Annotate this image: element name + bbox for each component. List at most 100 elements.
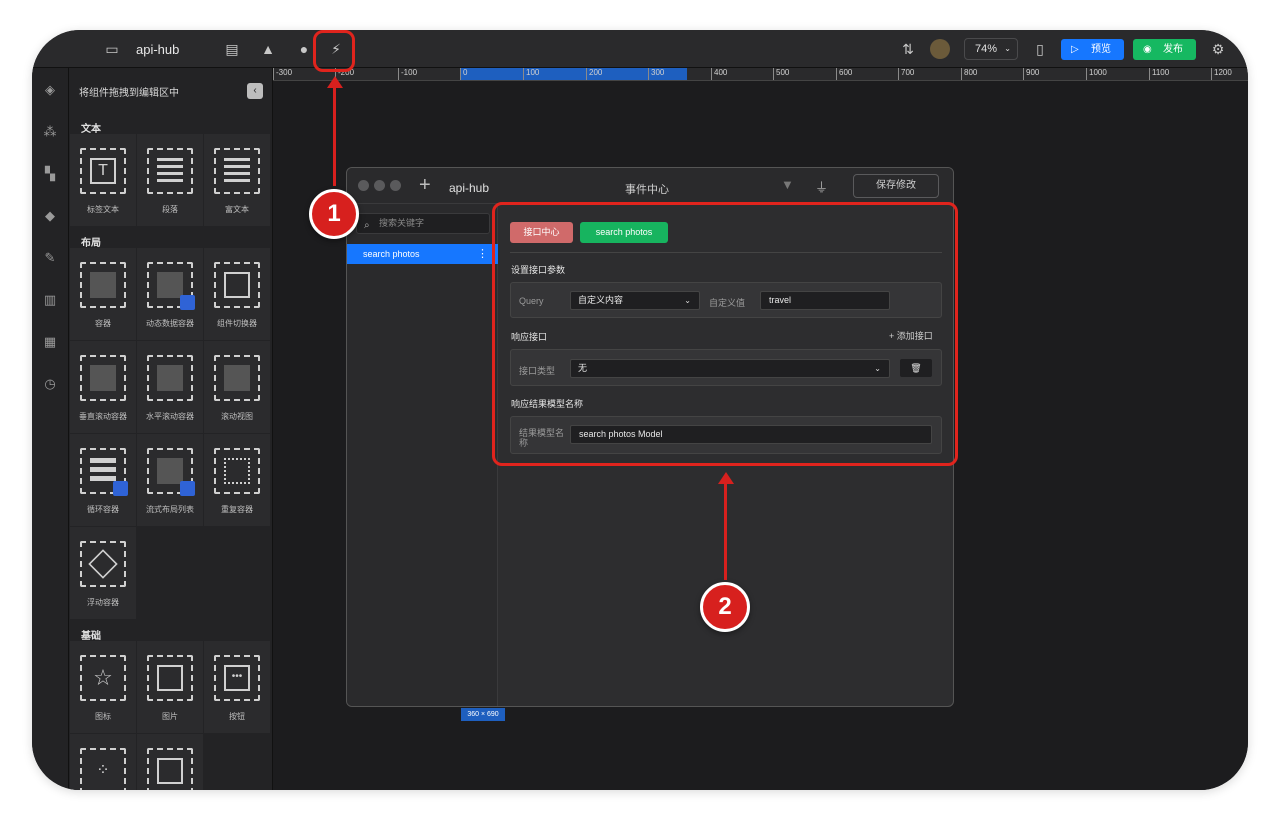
comp-rich-text[interactable]: 富文本	[204, 134, 270, 226]
data-source-icon[interactable]: ●	[294, 39, 314, 59]
more-vertical-icon[interactable]: ⋮	[477, 244, 488, 264]
plus-icon[interactable]: +	[419, 174, 431, 197]
zoom-select[interactable]: 74% ⌄	[964, 38, 1018, 60]
loop-container-icon	[90, 458, 116, 484]
ruler-tick: 0	[460, 68, 467, 80]
ruler-tick: -300	[273, 68, 292, 80]
window-dot[interactable]	[374, 180, 385, 191]
dialog-header: + api-hub 事件中心 ▼ ⏚ 保存修改	[347, 168, 953, 204]
rich-text-icon	[224, 158, 250, 184]
callout-1: 1	[309, 189, 359, 239]
comp-image[interactable]: 图片	[137, 641, 203, 733]
ruler-tick: 1100	[1149, 68, 1169, 80]
section-text-label: 文本	[81, 124, 101, 135]
ruler-tick: 500	[773, 68, 789, 80]
horizontal-scroll-icon	[157, 365, 183, 391]
ruler-tick: 400	[711, 68, 727, 80]
star-icon: ☆	[93, 665, 113, 690]
highlight-toolbar-icon	[313, 30, 355, 72]
switcher-icon	[224, 272, 250, 298]
container-icon	[90, 272, 116, 298]
ruler-tick: 200	[586, 68, 602, 80]
comp-paragraph[interactable]: 段落	[137, 134, 203, 226]
comp-qrcode[interactable]	[137, 734, 203, 790]
vertical-scroll-icon	[90, 365, 116, 391]
database-icon	[180, 295, 195, 310]
avatar[interactable]	[930, 39, 950, 59]
qrcode-icon	[157, 758, 183, 784]
preview-button[interactable]: ▷ 预览	[1061, 39, 1124, 60]
arrow-up-icon	[327, 76, 343, 88]
comp-switcher[interactable]: 组件切换器	[204, 248, 270, 340]
collapse-button[interactable]: ‹	[247, 83, 263, 99]
layers-icon[interactable]: ◆	[40, 206, 60, 226]
arrow-up-icon	[718, 472, 734, 484]
image-icon	[157, 665, 183, 691]
eye-icon: ◉	[1143, 44, 1152, 55]
comp-flow-list[interactable]: 流式布局列表	[137, 434, 203, 526]
comp-dynamic-container[interactable]: 动态数据容器	[137, 248, 203, 340]
scroll-view-icon	[224, 365, 250, 391]
cube-icon[interactable]: ◈	[40, 80, 60, 100]
repeat-container-icon	[224, 458, 250, 484]
comp-container[interactable]: 容器	[70, 248, 136, 340]
play-icon: ▷	[1071, 44, 1079, 55]
save-changes-button[interactable]: 保存修改	[853, 174, 939, 198]
users-icon[interactable]: ⇅	[898, 39, 918, 59]
event-list-pane: ⌕ 搜索关键字 search photos ⋮	[347, 204, 498, 706]
flow-list-icon	[157, 458, 183, 484]
component-panel: 将组件拖拽到编辑区中 ‹ 文本 T 标签文本 段落 富文本 布局 容器 动态数据容…	[69, 68, 273, 790]
mobile-device-icon[interactable]: ▯	[1030, 39, 1050, 59]
drive-icon[interactable]: ▲	[258, 39, 278, 59]
comp-loading[interactable]: ⁘	[70, 734, 136, 790]
ruler-tick: 900	[1023, 68, 1039, 80]
comp-button[interactable]: ••• 按钮	[204, 641, 270, 733]
section-basic-label: 基础	[81, 631, 101, 642]
highlight-api-panel	[492, 202, 958, 466]
search-icon: ⌕	[364, 220, 370, 231]
sidebar-toggle-icon[interactable]: ▭	[102, 39, 122, 59]
comp-repeat-container[interactable]: 重复容器	[204, 434, 270, 526]
comp-floating-container[interactable]: 浮动容器	[70, 527, 136, 619]
comp-icon[interactable]: ☆ 图标	[70, 641, 136, 733]
floating-layers-icon	[88, 549, 118, 579]
comp-scroll-view[interactable]: 滚动视图	[204, 341, 270, 433]
window-dot[interactable]	[358, 180, 369, 191]
arrow-2	[724, 484, 727, 580]
filter-icon[interactable]: ▼	[781, 177, 794, 192]
plug-icon[interactable]: ⏚	[815, 177, 828, 196]
comp-vertical-scroll[interactable]: 垂直滚动容器	[70, 341, 136, 433]
top-toolbar: ▭ api-hub ▤ ▲ ● ⚡ ⇅ 74% ⌄ ▯ ▷ 预览 ◉ 发布 ⚙	[32, 30, 1248, 68]
grid-icon[interactable]: ▦	[40, 332, 60, 352]
database-icon	[113, 481, 128, 496]
callout-2: 2	[700, 582, 750, 632]
arrow-1	[333, 86, 336, 186]
comp-label-text[interactable]: T 标签文本	[70, 134, 136, 226]
hammer-icon[interactable]: ✎	[40, 248, 60, 268]
history-icon[interactable]: ◷	[40, 374, 60, 394]
ruler-tick: 1000	[1086, 68, 1107, 80]
layout-icon[interactable]: ▚	[40, 164, 60, 184]
publish-button[interactable]: ◉ 发布	[1133, 39, 1196, 60]
list-item-selected[interactable]: search photos ⋮	[347, 244, 498, 264]
horizontal-ruler: -300 -200 -100 0 100 200 300 400 500 600…	[273, 68, 1248, 81]
components-icon[interactable]: ⁂	[40, 122, 60, 142]
section-layout-label: 布局	[81, 238, 101, 249]
ruler-tick: 100	[523, 68, 539, 80]
ruler-tick: 300	[648, 68, 664, 80]
comp-horizontal-scroll[interactable]: 水平滚动容器	[137, 341, 203, 433]
dialog-title: 事件中心	[625, 184, 669, 196]
ruler-tick: -100	[398, 68, 417, 80]
loading-dots-icon: ⁘	[96, 762, 110, 779]
text-t-icon: T	[90, 158, 116, 184]
comp-loop-container[interactable]: 循环容器	[70, 434, 136, 526]
settings-sliders-icon[interactable]: ⚙	[1208, 39, 1228, 59]
ruler-tick: 800	[961, 68, 977, 80]
ruler-tick: 700	[898, 68, 914, 80]
size-badge: 360 × 690	[461, 708, 505, 721]
dialog-app-name: api-hub	[449, 181, 490, 195]
window-dot[interactable]	[390, 180, 401, 191]
search-input[interactable]: ⌕ 搜索关键字	[356, 213, 490, 234]
pages-icon[interactable]: ▥	[40, 290, 60, 310]
document-icon[interactable]: ▤	[222, 39, 242, 59]
